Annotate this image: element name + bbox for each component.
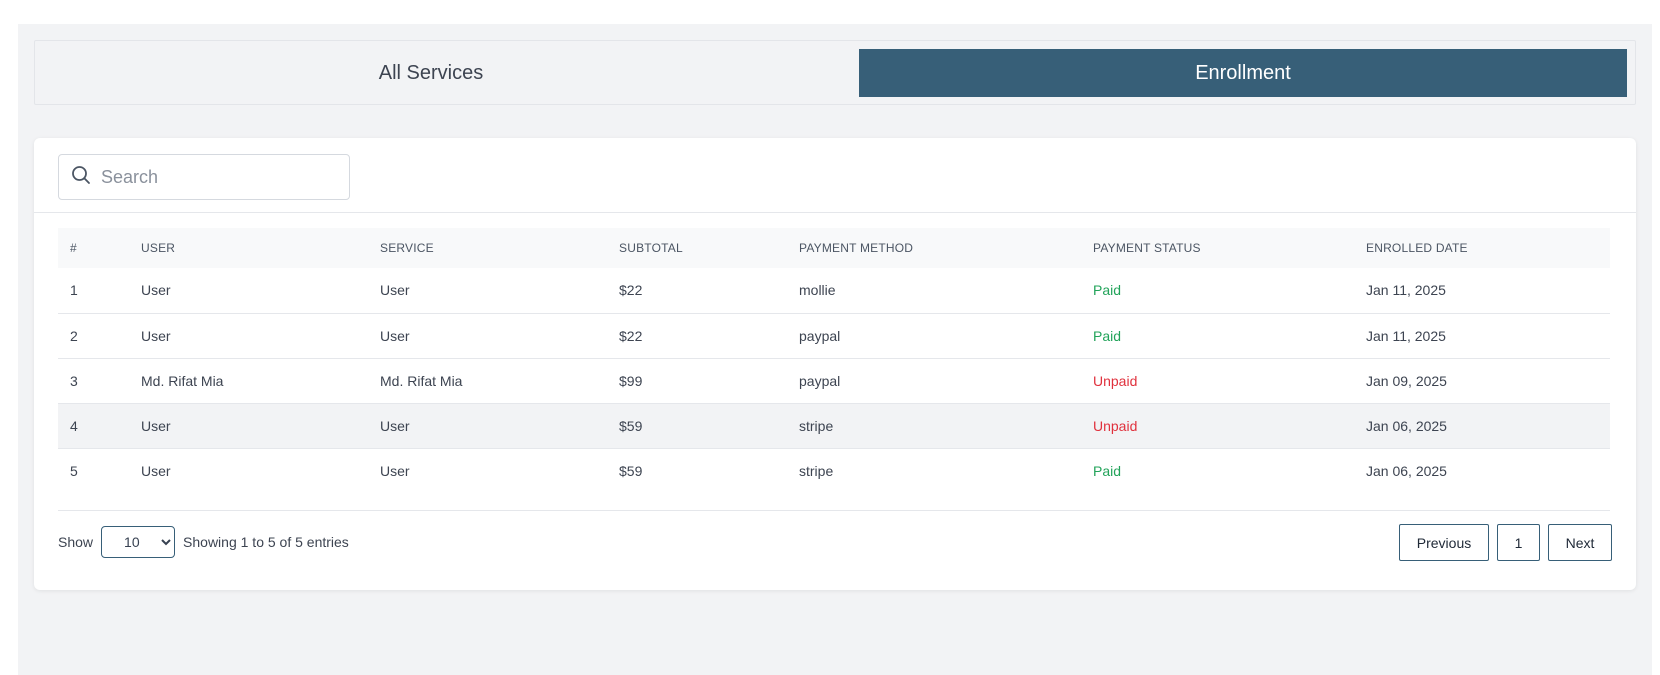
- cell-enrolled-date: Jan 06, 2025: [1366, 417, 1447, 434]
- cell-payment-method: stripe: [799, 462, 834, 479]
- page-background: All Services Enrollment # USER SERVICE S…: [18, 24, 1652, 675]
- cell-service: Md. Rifat Mia: [380, 372, 463, 389]
- cell-payment-method: paypal: [799, 327, 841, 344]
- header-number: #: [70, 241, 77, 255]
- cell-payment-status: Paid: [1093, 327, 1122, 344]
- enrollment-table: # USER SERVICE SUBTOTAL PAYMENT METHOD P…: [58, 228, 1610, 493]
- cell-subtotal: $59: [619, 462, 643, 479]
- cell-user: User: [141, 417, 171, 434]
- tab-enrollment[interactable]: Enrollment: [859, 49, 1627, 97]
- cell-number: 1: [70, 282, 78, 299]
- cell-subtotal: $99: [619, 372, 643, 389]
- tab-all-services[interactable]: All Services: [43, 49, 819, 97]
- table-row: 3 Md. Rifat Mia Md. Rifat Mia $99 paypal…: [58, 358, 1610, 403]
- cell-subtotal: $22: [619, 282, 643, 299]
- next-button[interactable]: Next: [1548, 524, 1612, 561]
- cell-payment-method: stripe: [799, 417, 834, 434]
- cell-service: User: [380, 282, 410, 299]
- table-row: 5 User User $59 stripe Paid Jan 06, 2025: [58, 448, 1610, 493]
- search-icon: [71, 165, 91, 190]
- footer-divider: [58, 510, 1610, 511]
- cell-payment-status: Paid: [1093, 282, 1122, 299]
- table-row: 2 User User $22 paypal Paid Jan 11, 2025: [58, 313, 1610, 358]
- cell-user: Md. Rifat Mia: [141, 372, 224, 389]
- search-input[interactable]: [101, 166, 341, 188]
- cell-user: User: [141, 282, 171, 299]
- cell-user: User: [141, 462, 171, 479]
- page-size-control: Show 10 Showing 1 to 5 of 5 entries: [58, 526, 349, 558]
- cell-number: 3: [70, 372, 78, 389]
- cell-payment-status: Paid: [1093, 462, 1122, 479]
- header-user: USER: [141, 241, 176, 255]
- cell-payment-status: Unpaid: [1093, 372, 1138, 389]
- cell-subtotal: $59: [619, 417, 643, 434]
- cell-subtotal: $22: [619, 327, 643, 344]
- cell-service: User: [380, 417, 410, 434]
- enrollment-card: # USER SERVICE SUBTOTAL PAYMENT METHOD P…: [34, 138, 1636, 590]
- previous-button[interactable]: Previous: [1399, 524, 1489, 561]
- header-payment-status: PAYMENT STATUS: [1093, 241, 1201, 255]
- divider: [34, 212, 1636, 213]
- header-service: SERVICE: [380, 241, 434, 255]
- cell-service: User: [380, 462, 410, 479]
- cell-number: 5: [70, 462, 78, 479]
- cell-payment-status: Unpaid: [1093, 417, 1138, 434]
- header-enrolled-date: ENROLLED DATE: [1366, 241, 1468, 255]
- table-row: 4 User User $59 stripe Unpaid Jan 06, 20…: [58, 403, 1610, 448]
- search-box[interactable]: [58, 154, 350, 200]
- cell-payment-method: mollie: [799, 282, 836, 299]
- pagination: Previous 1 Next: [1399, 524, 1612, 561]
- cell-number: 2: [70, 327, 78, 344]
- cell-user: User: [141, 327, 171, 344]
- table-row: 1 User User $22 mollie Paid Jan 11, 2025: [58, 268, 1610, 313]
- show-label: Show: [58, 534, 94, 550]
- cell-enrolled-date: Jan 11, 2025: [1366, 282, 1446, 299]
- page-1-button[interactable]: 1: [1497, 524, 1540, 561]
- cell-enrolled-date: Jan 06, 2025: [1366, 462, 1447, 479]
- header-payment-method: PAYMENT METHOD: [799, 241, 914, 255]
- cell-service: User: [380, 327, 410, 344]
- header-subtotal: SUBTOTAL: [619, 241, 683, 255]
- tab-bar: All Services Enrollment: [34, 40, 1636, 105]
- page-size-select[interactable]: 10: [101, 526, 176, 558]
- table-header-row: # USER SERVICE SUBTOTAL PAYMENT METHOD P…: [58, 228, 1610, 268]
- cell-enrolled-date: Jan 09, 2025: [1366, 372, 1447, 389]
- cell-payment-method: paypal: [799, 372, 841, 389]
- entries-info: Showing 1 to 5 of 5 entries: [183, 534, 349, 550]
- cell-number: 4: [70, 417, 78, 434]
- cell-enrolled-date: Jan 11, 2025: [1366, 327, 1446, 344]
